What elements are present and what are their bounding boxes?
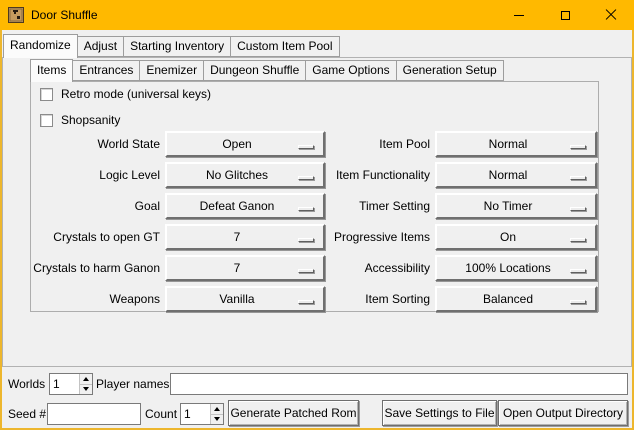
titlebar[interactable]: Door Shuffle <box>0 0 634 30</box>
tab-dungeon-shuffle[interactable]: Dungeon Shuffle <box>203 60 306 81</box>
crystals-gt-label: Crystals to open GT <box>2 224 160 250</box>
tab-custom-item-pool[interactable]: Custom Item Pool <box>230 36 339 57</box>
shopsanity-checkbox[interactable] <box>40 114 53 127</box>
client-area: Randomize Adjust Starting Inventory Cust… <box>2 30 632 428</box>
accessibility-value: 100% Locations <box>465 261 566 275</box>
worlds-input[interactable] <box>50 374 79 394</box>
count-spinbox <box>180 403 224 425</box>
door-icon <box>8 7 24 23</box>
crystals-ganon-label: Crystals to harm Ganon <box>2 255 160 281</box>
timer-setting-dropdown[interactable]: No Timer <box>435 193 597 219</box>
caption-buttons <box>496 0 634 30</box>
spin-down-icon <box>83 387 89 391</box>
maximize-button[interactable] <box>542 0 588 30</box>
crystals-gt-value: 7 <box>234 230 257 244</box>
count-spin-up-button[interactable] <box>211 404 223 415</box>
item-pool-value: Normal <box>489 137 544 151</box>
retro-mode-checkbox[interactable] <box>40 88 53 101</box>
accessibility-dropdown[interactable]: 100% Locations <box>435 255 597 281</box>
close-icon <box>605 9 617 21</box>
tab-generation-setup[interactable]: Generation Setup <box>396 60 504 81</box>
tab-items[interactable]: Items <box>30 59 73 82</box>
primary-tabbar: Randomize Adjust Starting Inventory Cust… <box>3 33 339 57</box>
retro-mode-label: Retro mode (universal keys) <box>61 87 211 101</box>
count-spin-buttons <box>210 404 223 424</box>
secondary-tabbar: Items Entrances Enemizer Dungeon Shuffle… <box>30 58 503 81</box>
spin-up-icon <box>83 377 89 381</box>
tab-randomize[interactable]: Randomize <box>3 34 78 58</box>
count-spin-down-button[interactable] <box>211 415 223 425</box>
seed-label: Seed # <box>8 403 46 425</box>
item-pool-label: Item Pool <box>272 131 430 157</box>
item-sorting-label: Item Sorting <box>272 286 430 312</box>
worlds-spin-buttons <box>79 374 92 394</box>
spin-up-icon <box>214 407 220 411</box>
dropdown-indicator-icon <box>570 145 586 149</box>
minimize-button[interactable] <box>496 0 542 30</box>
worlds-spin-down-button[interactable] <box>80 385 92 395</box>
dropdown-indicator-icon <box>570 238 586 242</box>
dropdown-indicator-icon <box>570 269 586 273</box>
tab-enemizer[interactable]: Enemizer <box>139 60 204 81</box>
item-functionality-dropdown[interactable]: Normal <box>435 162 597 188</box>
item-pool-dropdown[interactable]: Normal <box>435 131 597 157</box>
tab-game-options[interactable]: Game Options <box>305 60 396 81</box>
generate-patched-rom-button[interactable]: Generate Patched Rom <box>228 400 359 426</box>
worlds-label: Worlds <box>8 373 45 395</box>
weapons-value: Vanilla <box>219 292 270 306</box>
world-state-label: World State <box>2 131 160 157</box>
timer-setting-label: Timer Setting <box>272 193 430 219</box>
goal-label: Goal <box>2 193 160 219</box>
weapons-label: Weapons <box>2 286 160 312</box>
maximize-icon <box>561 11 570 20</box>
item-functionality-label: Item Functionality <box>272 162 430 188</box>
progressive-items-dropdown[interactable]: On <box>435 224 597 250</box>
timer-setting-value: No Timer <box>484 199 549 213</box>
worlds-spin-up-button[interactable] <box>80 374 92 385</box>
count-label: Count <box>145 403 177 425</box>
count-input[interactable] <box>181 404 210 424</box>
window-title: Door Shuffle <box>31 8 98 22</box>
minimize-icon <box>514 15 524 16</box>
spin-down-icon <box>214 417 220 421</box>
dropdown-indicator-icon <box>570 300 586 304</box>
player-names-input[interactable] <box>170 373 628 395</box>
progressive-items-value: On <box>500 230 532 244</box>
tab-entrances[interactable]: Entrances <box>72 60 140 81</box>
save-settings-button[interactable]: Save Settings to File <box>382 400 497 426</box>
shopsanity-label: Shopsanity <box>61 113 120 127</box>
shopsanity-row: Shopsanity <box>40 113 120 127</box>
tab-adjust[interactable]: Adjust <box>77 36 124 57</box>
tab-starting-inventory[interactable]: Starting Inventory <box>123 36 231 57</box>
dropdown-indicator-icon <box>570 207 586 211</box>
world-state-value: Open <box>222 137 267 151</box>
dropdown-indicator-icon <box>570 176 586 180</box>
player-names-label: Player names <box>96 373 169 395</box>
progressive-items-label: Progressive Items <box>272 224 430 250</box>
crystals-ganon-value: 7 <box>234 261 257 275</box>
app-window: Door Shuffle Randomize Adjust Starting I… <box>0 0 634 430</box>
retro-mode-row: Retro mode (universal keys) <box>40 87 211 101</box>
open-output-directory-button[interactable]: Open Output Directory <box>498 400 628 426</box>
accessibility-label: Accessibility <box>272 255 430 281</box>
item-sorting-value: Balanced <box>483 292 549 306</box>
close-button[interactable] <box>588 0 634 30</box>
logic-level-label: Logic Level <box>2 162 160 188</box>
seed-input[interactable] <box>47 403 141 425</box>
item-functionality-value: Normal <box>489 168 544 182</box>
worlds-spinbox <box>49 373 93 395</box>
item-sorting-dropdown[interactable]: Balanced <box>435 286 597 312</box>
